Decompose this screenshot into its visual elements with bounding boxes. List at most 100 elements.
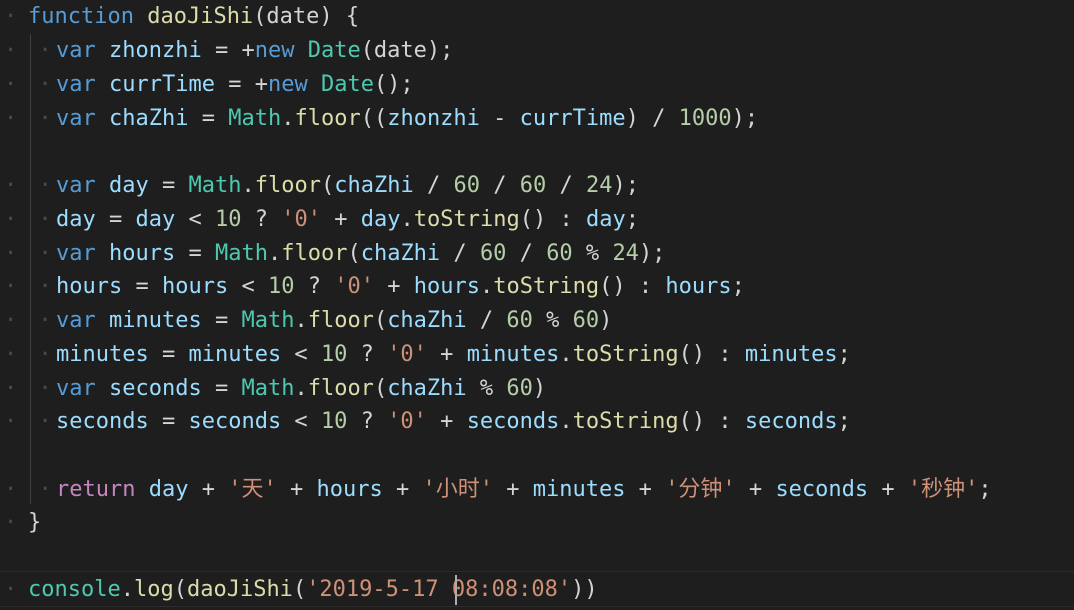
- punctuation: .: [479, 274, 494, 299]
- operator: +: [868, 477, 908, 502]
- punctuation: (date) {: [253, 4, 360, 29]
- punctuation: () :: [678, 409, 745, 434]
- code-line[interactable]: · · var hours = Math.floor(chaZhi / 60 /…: [0, 237, 1074, 271]
- operator: +: [492, 477, 533, 502]
- class-name: Math: [214, 241, 268, 266]
- code-line[interactable]: · · var seconds = Math.floor(chaZhi % 60…: [0, 372, 1074, 406]
- code-line[interactable]: · · var currTime = +new Date();: [0, 68, 1074, 102]
- whitespace-marker: ·: [4, 577, 22, 602]
- variable: seconds: [109, 376, 202, 401]
- string: '0': [281, 207, 321, 232]
- variable: minutes: [744, 342, 838, 367]
- punctuation: (: [347, 241, 361, 266]
- whitespace-marker: · ·: [4, 173, 56, 198]
- operator: =: [122, 274, 162, 299]
- punctuation: ;: [625, 207, 639, 232]
- operator: +: [276, 477, 317, 502]
- operator: +: [426, 342, 467, 367]
- method-name: floor: [307, 376, 374, 401]
- number: 10: [267, 274, 295, 299]
- operator: =: [148, 173, 189, 198]
- whitespace-marker: · ·: [4, 38, 56, 63]
- operator: /: [466, 308, 507, 333]
- number: 1000: [678, 106, 732, 131]
- variable: hours: [665, 274, 732, 299]
- code-line[interactable]: · · var zhonzhi = +new Date(date);: [0, 34, 1074, 68]
- class-name: Math: [228, 106, 282, 131]
- code-line[interactable]: · console.log(daoJiShi('2019-5-17 08:08:…: [0, 573, 1074, 607]
- operator: +: [321, 207, 361, 232]
- punctuation: .: [281, 106, 295, 131]
- operator: %: [466, 376, 507, 401]
- code-line[interactable]: · · hours = hours < 10 ? '0' + hours.toS…: [0, 270, 1074, 304]
- keyword: var: [56, 106, 96, 131]
- class-name: Date: [307, 38, 361, 63]
- punctuation: ();: [373, 72, 414, 97]
- number: 60: [506, 308, 533, 333]
- operator: = +: [214, 72, 268, 97]
- variable: hours: [161, 274, 229, 299]
- number: 60: [546, 241, 573, 266]
- class-name: Math: [241, 376, 295, 401]
- code-line[interactable]: · function daoJiShi(date) {: [0, 0, 1074, 34]
- punctuation: ): [532, 376, 547, 401]
- variable: seconds: [466, 409, 560, 434]
- operator: =: [148, 342, 189, 367]
- operator: = +: [201, 38, 255, 63]
- variable: chaZhi: [387, 376, 467, 401]
- variable: seconds: [56, 409, 149, 434]
- operator: <: [281, 342, 321, 367]
- operator: ) /: [625, 106, 679, 131]
- method-name: toString: [493, 274, 600, 299]
- variable: minutes: [188, 342, 282, 367]
- code-line[interactable]: · }: [0, 506, 1074, 540]
- code-line[interactable]: · · minutes = minutes < 10 ? '0' + minut…: [0, 338, 1074, 372]
- object-name: console: [28, 577, 121, 602]
- whitespace-marker: · ·: [4, 409, 56, 434]
- method-name: floor: [294, 106, 361, 131]
- string: '0': [334, 274, 374, 299]
- whitespace-marker: · ·: [4, 308, 56, 333]
- keyword: var: [56, 173, 96, 198]
- function-name: daoJiShi: [186, 577, 293, 602]
- punctuation: .: [559, 409, 573, 434]
- number: 60: [506, 376, 533, 401]
- string: '2019-5-17 08:08:08': [306, 577, 572, 602]
- keyword: new: [267, 72, 308, 97]
- code-line[interactable]: · · var day = Math.floor(chaZhi / 60 / 6…: [0, 169, 1074, 203]
- punctuation: () :: [599, 274, 666, 299]
- method-name: toString: [572, 342, 679, 367]
- punctuation: (: [292, 577, 307, 602]
- variable: chaZhi: [387, 308, 467, 333]
- code-editor[interactable]: · function daoJiShi(date) { · · var zhon…: [0, 0, 1074, 610]
- punctuation: (: [320, 173, 335, 198]
- punctuation: ((: [360, 106, 388, 131]
- variable: zhonzhi: [387, 106, 480, 131]
- keyword: return: [56, 477, 136, 502]
- function-name: daoJiShi: [147, 4, 254, 29]
- code-line[interactable]: · · seconds = seconds < 10 ? '0' + secon…: [0, 405, 1074, 439]
- string: '0': [387, 342, 427, 367]
- punctuation: );: [638, 241, 666, 266]
- code-line[interactable]: · · var minutes = Math.floor(chaZhi / 60…: [0, 304, 1074, 338]
- variable: chaZhi: [360, 241, 441, 266]
- operator: =: [201, 308, 242, 333]
- punctuation: .: [559, 342, 573, 367]
- variable: minutes: [532, 477, 626, 502]
- operator: =: [95, 207, 136, 232]
- text-cursor: [455, 575, 457, 605]
- operator: ?: [347, 409, 388, 434]
- code-line[interactable]: · · var chaZhi = Math.floor((zhonzhi - c…: [0, 102, 1074, 136]
- closing-brace: }: [28, 510, 42, 535]
- keyword: var: [56, 241, 96, 266]
- code-line[interactable]: · · day = day < 10 ? '0' + day.toString(…: [0, 203, 1074, 237]
- code-line[interactable]: · · return day + '天' + hours + '小时' + mi…: [0, 473, 1074, 507]
- operator: -: [479, 106, 520, 131]
- number: 24: [585, 173, 613, 198]
- method-name: floor: [254, 173, 321, 198]
- operator: ?: [294, 274, 335, 299]
- variable: day: [135, 207, 176, 232]
- variable: minutes: [56, 342, 149, 367]
- operator: =: [201, 376, 242, 401]
- keyword: function: [28, 4, 134, 29]
